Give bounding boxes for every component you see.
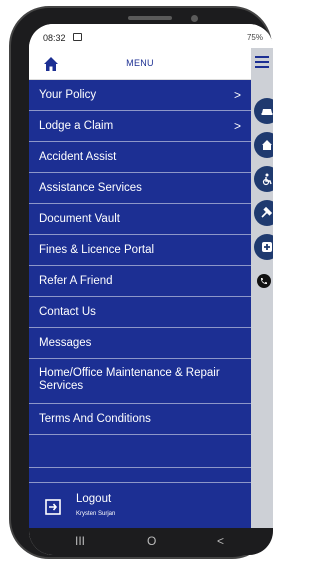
gavel-icon[interactable] bbox=[254, 200, 273, 226]
medical-icon[interactable] bbox=[254, 234, 273, 260]
menu-item-label: Your Policy bbox=[39, 89, 97, 101]
menu-item-label: Messages bbox=[39, 337, 92, 349]
back-button[interactable]: < bbox=[217, 534, 224, 548]
status-time: 08:32 bbox=[43, 33, 66, 43]
menu-item-lodge-a-claim[interactable]: Lodge a Claim > bbox=[29, 111, 251, 142]
notification-icon bbox=[73, 33, 82, 41]
menu-item-empty bbox=[29, 435, 251, 468]
menu-item-label: Lodge a Claim bbox=[39, 120, 114, 132]
menu-item-label: Assistance Services bbox=[39, 182, 142, 194]
wheelchair-icon[interactable] bbox=[254, 166, 273, 192]
phone-icon[interactable] bbox=[257, 274, 271, 288]
menu-item-label: Home/Office Maintenance & Repair Service… bbox=[39, 367, 220, 392]
menu-title: MENU bbox=[126, 58, 154, 68]
menu-header: MENU bbox=[29, 48, 251, 80]
house-icon[interactable] bbox=[254, 132, 273, 158]
menu-item-label: Refer A Friend bbox=[39, 275, 113, 287]
menu-item-label: Terms And Conditions bbox=[39, 413, 151, 425]
car-icon[interactable] bbox=[254, 98, 273, 124]
menu-list: Your Policy > Lodge a Claim > Accident A… bbox=[29, 80, 251, 528]
menu-item-assistance-services[interactable]: Assistance Services bbox=[29, 173, 251, 204]
menu-item-label: Contact Us bbox=[39, 306, 96, 318]
menu-item-document-vault[interactable]: Document Vault bbox=[29, 204, 251, 235]
menu-item-label: Fines & Licence Portal bbox=[39, 244, 155, 256]
android-nav-bar: III O < bbox=[29, 528, 273, 555]
side-rail bbox=[251, 48, 273, 528]
chevron-right-icon: > bbox=[233, 88, 241, 102]
recent-apps-button[interactable]: III bbox=[75, 534, 85, 548]
menu-item-fines-licence-portal[interactable]: Fines & Licence Portal bbox=[29, 235, 251, 266]
hamburger-icon[interactable] bbox=[255, 56, 269, 68]
phone-frame: 08:32 75% MENU Your Policy > Lodge a Cla… bbox=[9, 6, 273, 559]
logout-user-name: Krysten Surjan bbox=[76, 511, 116, 517]
menu-item-label: Accident Assist bbox=[39, 151, 117, 163]
menu-item-refer-a-friend[interactable]: Refer A Friend bbox=[29, 266, 251, 297]
speaker-grille bbox=[128, 16, 172, 20]
front-camera bbox=[191, 15, 198, 22]
menu-item-contact-us[interactable]: Contact Us bbox=[29, 297, 251, 328]
status-bar: 08:32 75% bbox=[29, 24, 273, 48]
menu-item-your-policy[interactable]: Your Policy > bbox=[29, 80, 251, 111]
chevron-right-icon: > bbox=[233, 119, 241, 133]
logout-label: Logout bbox=[76, 493, 112, 505]
logout-icon bbox=[45, 499, 61, 515]
logout-button[interactable]: Logout Krysten Surjan bbox=[29, 482, 251, 528]
menu-item-label: Document Vault bbox=[39, 213, 120, 225]
menu-item-terms-and-conditions[interactable]: Terms And Conditions bbox=[29, 404, 251, 435]
menu-item-maintenance-repair[interactable]: Home/Office Maintenance & Repair Service… bbox=[29, 359, 251, 404]
menu-item-accident-assist[interactable]: Accident Assist bbox=[29, 142, 251, 173]
status-battery: 75% bbox=[246, 33, 263, 42]
menu-item-messages[interactable]: Messages bbox=[29, 328, 251, 359]
home-button[interactable]: O bbox=[147, 534, 156, 548]
screen: 08:32 75% MENU Your Policy > Lodge a Cla… bbox=[29, 24, 273, 555]
